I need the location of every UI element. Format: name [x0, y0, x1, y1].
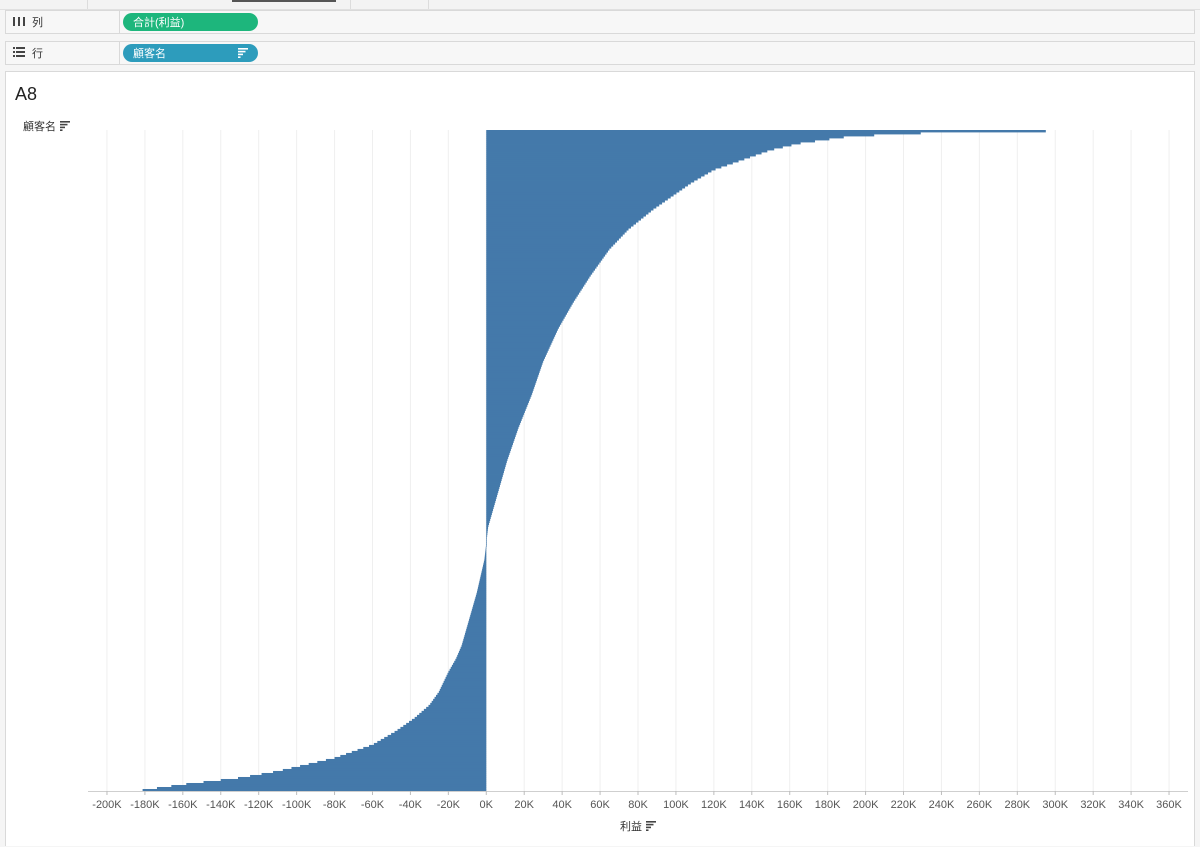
x-tick-label: 60K: [590, 799, 610, 811]
x-tick-label: -200K: [92, 799, 122, 811]
x-tick-label: 240K: [929, 799, 955, 811]
x-tick-label: -40K: [399, 799, 423, 811]
rows-pill-customer-name[interactable]: 顧客名: [123, 44, 258, 62]
x-tick-label: 40K: [552, 799, 572, 811]
x-tick-label: 20K: [514, 799, 534, 811]
x-tick-label: -60K: [361, 799, 385, 811]
top-tab-bar: [0, 0, 1200, 10]
x-tick-label: -120K: [244, 799, 274, 811]
active-tab-indicator[interactable]: [232, 0, 336, 2]
x-tick-label: -180K: [130, 799, 160, 811]
x-tick-label: -160K: [168, 799, 198, 811]
x-tick-label: 0K: [480, 799, 494, 811]
rows-label: 行: [32, 48, 43, 60]
columns-shelf[interactable]: 列 合計(利益): [5, 10, 1195, 34]
bars: [142, 130, 1046, 792]
sort-descending-icon[interactable]: [238, 48, 248, 61]
x-tick-label: -140K: [206, 799, 236, 811]
x-tick-label: 220K: [891, 799, 917, 811]
tab-divider: [87, 0, 88, 9]
x-tick-label: 260K: [967, 799, 993, 811]
columns-pill-sum-profit[interactable]: 合計(利益): [123, 13, 258, 31]
profit-bar-chart[interactable]: -200K -180K -160K -140K -120K -100K -80K -60K -4…: [6, 72, 1194, 847]
columns-label: 列: [32, 17, 43, 29]
tab-divider: [428, 0, 429, 9]
sort-descending-icon[interactable]: [646, 821, 656, 831]
x-tick-label: -20K: [437, 799, 461, 811]
tab-divider: [350, 0, 351, 9]
x-tick-label: -80K: [323, 799, 347, 811]
x-tick-label: 160K: [777, 799, 803, 811]
x-tick-label: 280K: [1004, 799, 1030, 811]
worksheet-view[interactable]: A8 顧客名 -200K -180K -160K -140K -120K -100K -80…: [5, 71, 1195, 846]
x-tick-label: 300K: [1042, 799, 1068, 811]
x-tick-label: 140K: [739, 799, 765, 811]
rows-shelf-label: 行: [6, 42, 120, 64]
columns-shelf-label: 列: [6, 11, 120, 33]
x-tick-label: 80K: [628, 799, 648, 811]
x-tick-label: -100K: [282, 799, 312, 811]
x-tick-label: 200K: [853, 799, 879, 811]
x-tick-label: 320K: [1080, 799, 1106, 811]
x-axis-title[interactable]: 利益: [620, 818, 656, 834]
x-tick-label: 180K: [815, 799, 841, 811]
x-tick-label: 120K: [701, 799, 727, 811]
x-tick-label: 340K: [1118, 799, 1144, 811]
columns-icon: [12, 15, 26, 29]
x-tick-label: 360K: [1156, 799, 1182, 811]
columns-pill-label: 合計(利益): [133, 17, 185, 29]
x-tick-label: 100K: [663, 799, 689, 811]
rows-list-icon: [12, 46, 26, 60]
rows-pill-label: 顧客名: [133, 48, 166, 60]
x-axis-title-label: 利益: [620, 821, 642, 833]
rows-shelf[interactable]: 行 顧客名: [5, 41, 1195, 65]
